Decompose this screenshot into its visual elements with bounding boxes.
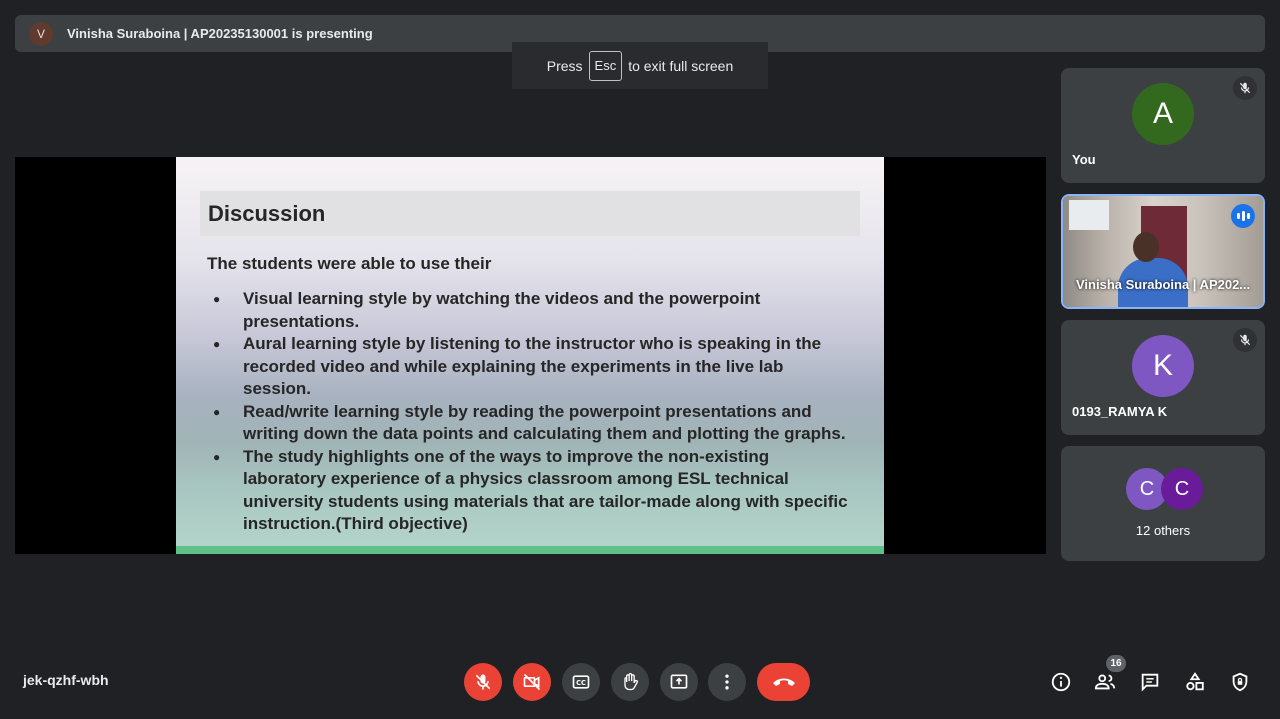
avatar: K: [1132, 335, 1194, 397]
video-window-bg: [1069, 200, 1109, 230]
more-vert-icon: [725, 674, 729, 690]
mic-off-icon: [1233, 328, 1257, 352]
people-button[interactable]: [1092, 669, 1118, 695]
chat-button[interactable]: [1137, 669, 1163, 695]
people-icon: [1094, 674, 1116, 690]
captions-button[interactable]: CC: [562, 663, 600, 701]
info-icon: [1051, 672, 1071, 692]
slide-intro: The students were able to use their: [207, 254, 492, 273]
video-person-head: [1133, 232, 1159, 262]
present-screen-icon: [670, 674, 688, 689]
raise-hand-button[interactable]: [611, 663, 649, 701]
mic-off-icon: [1233, 76, 1257, 100]
participant-name: You: [1072, 152, 1096, 167]
meeting-details-button[interactable]: [1048, 669, 1074, 695]
presentation-stage: Discussion The students were able to use…: [15, 157, 1046, 554]
mic-toggle-button[interactable]: [464, 663, 502, 701]
others-count-label: 12 others: [1135, 523, 1191, 538]
host-controls-button[interactable]: [1227, 669, 1253, 695]
slide-bullet: Visual learning style by watching the vi…: [213, 288, 853, 333]
closed-captions-icon: CC: [572, 675, 590, 689]
shapes-icon: [1186, 672, 1204, 691]
shield-lock-icon: [1232, 672, 1248, 692]
camera-toggle-button[interactable]: [513, 663, 551, 701]
participant-tile-others[interactable]: C C 12 others: [1061, 446, 1265, 561]
speaking-indicator-icon: [1231, 204, 1255, 228]
slide-footer-strip: [176, 546, 884, 554]
participant-name: 0193_RAMYA K: [1072, 404, 1168, 419]
shared-slide: Discussion The students were able to use…: [176, 157, 884, 554]
chat-icon: [1141, 673, 1159, 692]
toast-press-text: Press: [546, 57, 583, 74]
slide-bullet: Read/write learning style by reading the…: [213, 401, 853, 446]
participant-tile-you[interactable]: A You: [1061, 68, 1265, 183]
hand-icon: [624, 673, 638, 691]
more-options-button[interactable]: [708, 663, 746, 701]
slide-title-box: Discussion: [200, 191, 860, 236]
svg-text:CC: CC: [576, 679, 586, 687]
slide-bullet: Aural learning style by listening to the…: [213, 333, 853, 401]
esc-key-hint: Esc: [588, 50, 623, 81]
fullscreen-toast: Press Esc to exit full screen: [512, 42, 768, 89]
leave-call-button[interactable]: [757, 663, 810, 701]
slide-bullet-list: Visual learning style by watching the vi…: [213, 288, 853, 536]
presenting-label: Vinisha Suraboina | AP20235130001 is pre…: [67, 26, 373, 41]
toast-suffix-text: to exit full screen: [628, 57, 734, 74]
meet-window: V Vinisha Suraboina | AP20235130001 is p…: [0, 0, 1280, 719]
participant-name: Vinisha Suraboina | AP202...: [1076, 277, 1251, 292]
participant-tile-ramya[interactable]: K 0193_RAMYA K: [1061, 320, 1265, 435]
hang-up-icon: [772, 678, 795, 686]
avatar: A: [1132, 83, 1194, 145]
activities-button[interactable]: [1182, 669, 1208, 695]
presenter-avatar: V: [29, 21, 53, 46]
camera-off-icon: [523, 673, 541, 691]
slide-bullet: The study highlights one of the ways to …: [213, 446, 853, 536]
present-now-button[interactable]: [660, 663, 698, 701]
meeting-code: jek-qzhf-wbh: [23, 672, 109, 688]
mic-off-icon: [475, 674, 491, 690]
participant-tile-presenter[interactable]: Vinisha Suraboina | AP202...: [1061, 194, 1265, 309]
participant-count-badge: 16: [1106, 655, 1126, 672]
avatar: C: [1161, 468, 1203, 510]
slide-title: Discussion: [208, 200, 326, 226]
